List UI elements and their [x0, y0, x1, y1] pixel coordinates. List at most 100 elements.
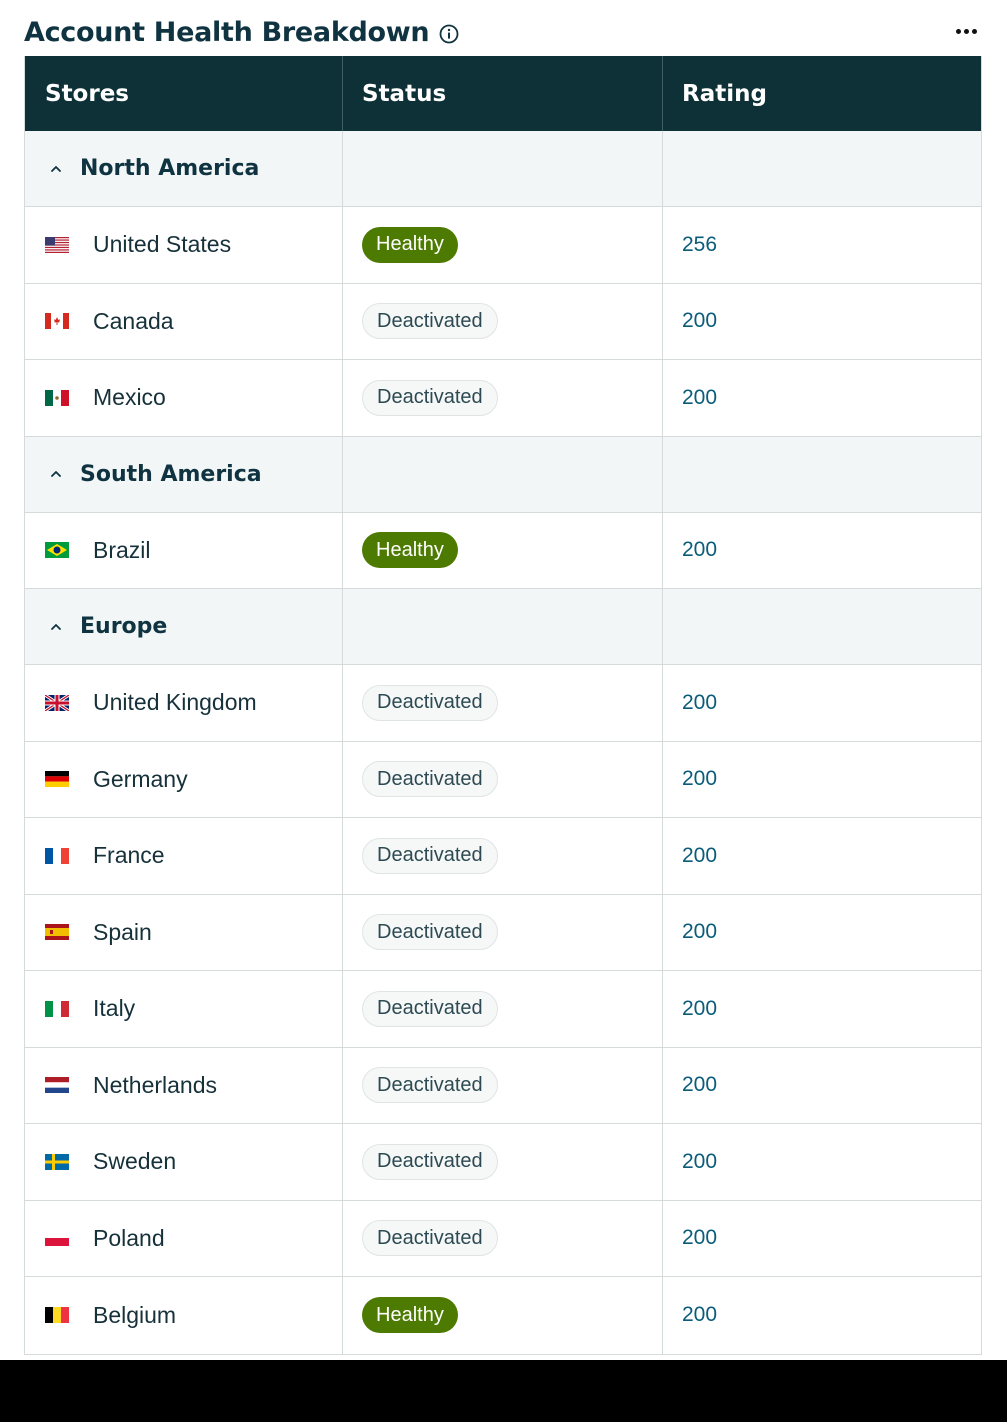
rating-value[interactable]: 200	[682, 767, 717, 791]
table-row: Canada Deactivated 200	[25, 283, 981, 360]
store-cell: Belgium	[25, 1277, 343, 1354]
status-badge: Deactivated	[362, 303, 498, 340]
store-cell: Poland	[25, 1200, 343, 1276]
rating-cell: 200	[663, 971, 981, 1047]
rating-cell: 200	[663, 895, 981, 971]
rating-value[interactable]: 200	[682, 1150, 717, 1174]
store-cell: Netherlands	[25, 1047, 343, 1123]
rating-cell: 200	[663, 1201, 981, 1277]
flag-mx-icon	[45, 389, 69, 406]
store-cell: Italy	[25, 971, 343, 1047]
widget-header: Account Health Breakdown	[24, 12, 983, 52]
group-cell-empty	[663, 589, 981, 664]
store-cell: Germany	[25, 741, 343, 817]
status-cell: Deactivated	[343, 360, 663, 436]
store-name: Poland	[93, 1224, 165, 1251]
chevron-up-icon[interactable]	[49, 620, 63, 634]
flag-ca-icon	[45, 313, 69, 330]
flag-us-icon	[45, 236, 69, 253]
flag-gb-icon	[45, 694, 69, 711]
table-row: Germany Deactivated 200	[25, 741, 981, 818]
store-name: Netherlands	[93, 1071, 218, 1098]
chevron-up-icon[interactable]	[49, 162, 63, 176]
flag-be-icon	[45, 1307, 69, 1324]
rating-value[interactable]: 256	[682, 233, 717, 257]
rating-cell: 200	[663, 818, 981, 894]
flag-de-icon	[45, 771, 69, 788]
rating-value[interactable]: 200	[682, 386, 717, 410]
table-row: Belgium Healthy 200	[25, 1277, 981, 1354]
store-cell: United States	[25, 207, 343, 283]
store-name: Spain	[93, 918, 152, 945]
table-row: Mexico Deactivated 200	[25, 360, 981, 437]
status-cell: Deactivated	[343, 283, 663, 359]
table-row: Netherlands Deactivated 200	[25, 1047, 981, 1124]
rating-cell: 200	[663, 360, 981, 436]
status-badge: Deactivated	[362, 379, 498, 416]
store-name: Brazil	[93, 536, 151, 563]
rating-value[interactable]: 200	[682, 538, 717, 562]
status-cell: Deactivated	[343, 1200, 663, 1276]
store-health-table: Stores Status Rating North America United…	[24, 56, 982, 1355]
column-header-rating[interactable]: Rating	[663, 56, 981, 131]
group-cell-empty	[663, 131, 981, 206]
column-header-status[interactable]: Status	[343, 56, 663, 131]
rating-value[interactable]: 200	[682, 1073, 717, 1097]
group-label: North America	[80, 156, 260, 181]
rating-cell: 256	[663, 207, 981, 283]
group-label: Europe	[80, 614, 168, 639]
account-health-widget: Account Health Breakdown Stores Status R…	[0, 0, 1007, 1360]
store-name: Germany	[93, 765, 188, 792]
group-cell-empty	[343, 589, 663, 664]
rating-cell: 200	[663, 1048, 981, 1124]
status-badge: Deactivated	[362, 1067, 498, 1104]
rating-value[interactable]: 200	[682, 920, 717, 944]
group-row-north-america[interactable]: North America	[25, 131, 981, 207]
flag-it-icon	[45, 1000, 69, 1017]
status-badge: Deactivated	[362, 1143, 498, 1180]
group-row-europe[interactable]: Europe	[25, 589, 981, 665]
status-cell: Healthy	[343, 207, 663, 283]
flag-pl-icon	[45, 1230, 69, 1247]
status-badge: Healthy	[362, 1297, 458, 1334]
flag-fr-icon	[45, 847, 69, 864]
rating-value[interactable]: 200	[682, 1303, 717, 1327]
group-cell: North America	[25, 131, 343, 206]
column-header-stores[interactable]: Stores	[25, 56, 343, 131]
group-cell-empty	[343, 436, 663, 512]
rating-value[interactable]: 200	[682, 844, 717, 868]
store-name: United States	[93, 231, 232, 258]
status-cell: Deactivated	[343, 741, 663, 817]
rating-cell: 200	[663, 1277, 981, 1354]
store-cell: Brazil	[25, 512, 343, 588]
status-badge: Deactivated	[362, 914, 498, 951]
flag-se-icon	[45, 1153, 69, 1170]
status-badge: Healthy	[362, 226, 458, 263]
status-cell: Deactivated	[343, 894, 663, 970]
store-name: Belgium	[93, 1301, 177, 1328]
status-badge: Deactivated	[362, 761, 498, 798]
status-cell: Healthy	[343, 1277, 663, 1354]
rating-value[interactable]: 200	[682, 691, 717, 715]
rating-value[interactable]: 200	[682, 1226, 717, 1250]
status-cell: Healthy	[343, 512, 663, 588]
more-options-icon[interactable]	[951, 16, 981, 46]
group-label: South America	[80, 461, 262, 487]
rating-cell: 200	[663, 513, 981, 589]
rating-cell: 200	[663, 665, 981, 741]
table-row: Italy Deactivated 200	[25, 971, 981, 1048]
store-cell: United Kingdom	[25, 665, 343, 741]
info-icon[interactable]	[438, 23, 460, 45]
page-title: Account Health Breakdown	[24, 16, 430, 48]
group-row-south-america[interactable]: South America	[25, 436, 981, 513]
rating-value[interactable]: 200	[682, 309, 717, 333]
chevron-up-icon[interactable]	[49, 467, 63, 481]
rating-value[interactable]: 200	[682, 997, 717, 1021]
status-badge: Deactivated	[362, 1220, 498, 1257]
store-cell: Spain	[25, 894, 343, 970]
status-cell: Deactivated	[343, 665, 663, 741]
store-name: Canada	[93, 307, 174, 334]
rating-cell: 200	[663, 742, 981, 818]
table-row: Poland Deactivated 200	[25, 1200, 981, 1277]
store-name: Sweden	[93, 1148, 177, 1175]
